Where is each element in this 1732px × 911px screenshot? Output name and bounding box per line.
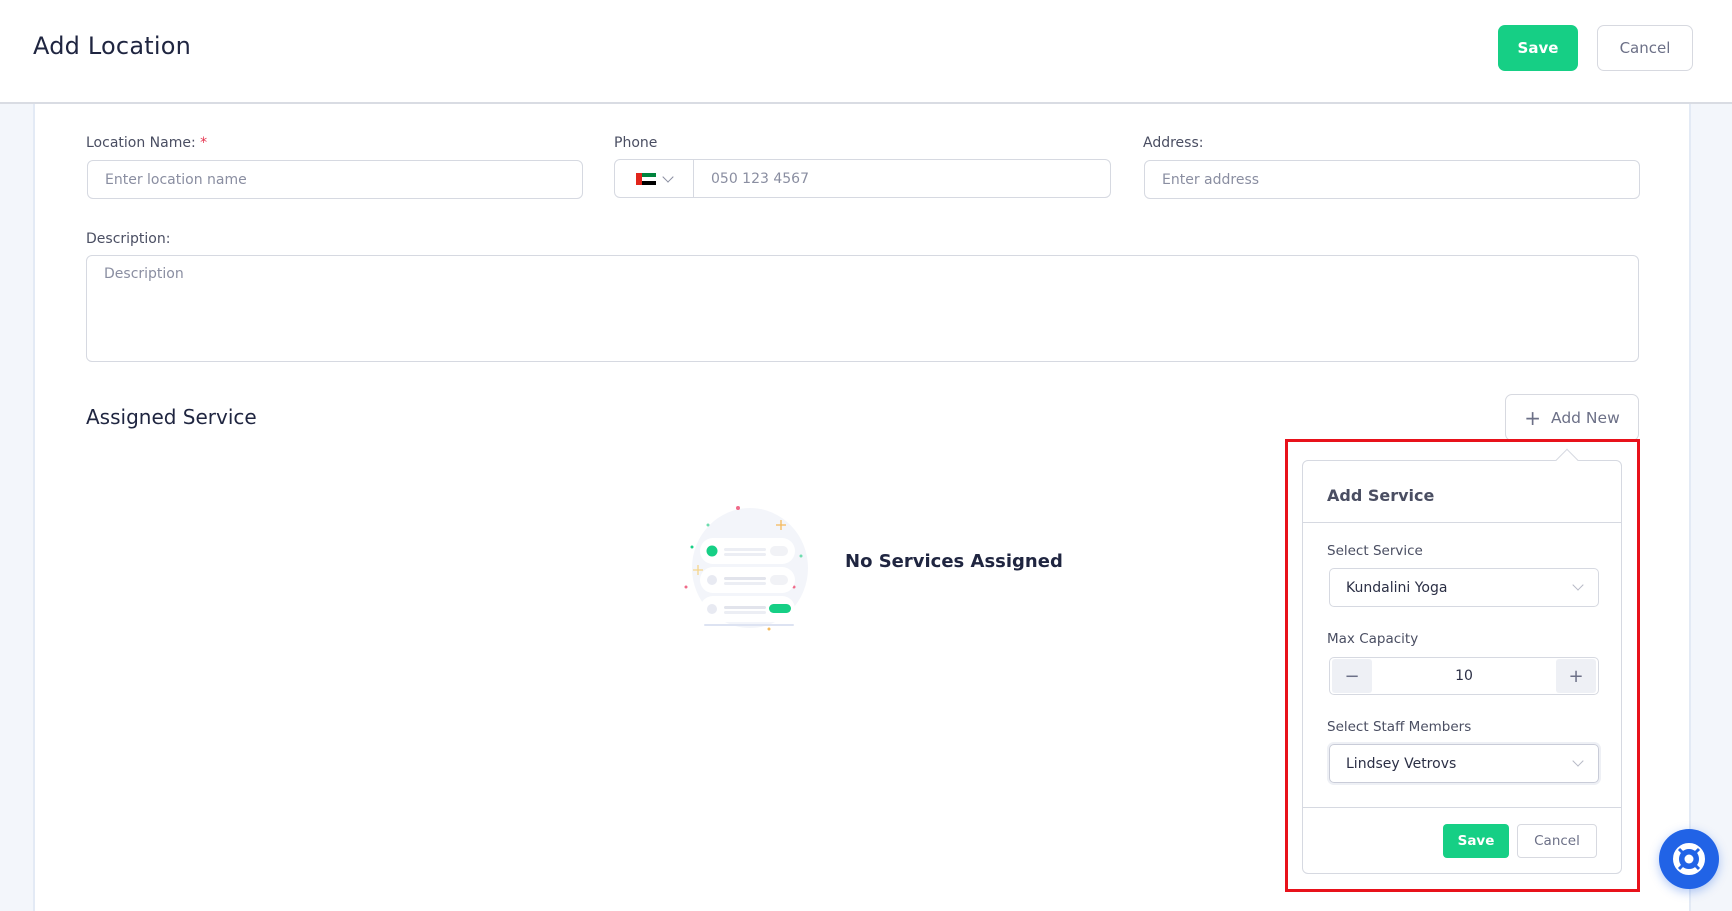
location-name-input[interactable]: Enter location name (87, 160, 583, 199)
description-textarea[interactable]: Description (86, 255, 1639, 362)
description-label: Description: (86, 231, 171, 247)
add-service-popover: Add Service Select Service Kundalini Yog… (1302, 460, 1622, 874)
help-button[interactable] (1659, 829, 1719, 889)
page-title: Add Location (33, 32, 192, 60)
location-name-label: Location Name: * (86, 135, 207, 151)
plus-icon: + (1524, 405, 1541, 430)
required-mark: * (200, 135, 208, 151)
empty-services-illustration (684, 506, 808, 631)
select-service-value: Kundalini Yoga (1346, 579, 1448, 596)
staff-members-dropdown[interactable]: Lindsey Vetrovs (1329, 744, 1599, 783)
popover-header-divider (1303, 522, 1621, 523)
location-name-placeholder: Enter location name (105, 171, 247, 188)
staff-members-label: Select Staff Members (1327, 719, 1472, 735)
address-label: Address: (1143, 135, 1204, 151)
select-service-dropdown[interactable]: Kundalini Yoga (1329, 568, 1599, 607)
save-button[interactable]: Save (1498, 25, 1578, 71)
increment-button[interactable]: + (1556, 659, 1596, 693)
decrement-button[interactable]: − (1332, 659, 1372, 693)
phone-label: Phone (614, 135, 658, 151)
add-new-button[interactable]: + Add New (1505, 394, 1639, 441)
country-code-dropdown[interactable] (615, 160, 694, 197)
max-capacity-value[interactable]: 10 (1374, 668, 1554, 684)
uae-flag-icon (636, 172, 656, 185)
address-placeholder: Enter address (1162, 171, 1260, 188)
max-capacity-label: Max Capacity (1327, 631, 1419, 647)
cancel-button[interactable]: Cancel (1597, 25, 1693, 71)
top-bar: Add Location Save Cancel (0, 0, 1732, 104)
phone-placeholder: 050 123 4567 (711, 170, 809, 187)
empty-state-text: No Services Assigned (845, 551, 1063, 572)
add-new-label: Add New (1551, 408, 1620, 427)
staff-members-value: Lindsey Vetrovs (1346, 755, 1457, 772)
select-service-label: Select Service (1327, 543, 1423, 559)
lifebuoy-icon (1673, 843, 1705, 875)
popover-save-button[interactable]: Save (1443, 824, 1509, 858)
popover-footer-divider (1303, 807, 1621, 808)
chevron-down-icon (1572, 579, 1584, 591)
description-placeholder: Description (104, 266, 184, 282)
assigned-service-title: Assigned Service (86, 405, 257, 429)
chevron-down-icon (662, 170, 674, 183)
location-name-label-text: Location Name: (86, 135, 196, 151)
max-capacity-stepper: − 10 + (1329, 657, 1599, 695)
popover-cancel-button[interactable]: Cancel (1517, 824, 1597, 858)
phone-input[interactable]: 050 123 4567 (614, 159, 1111, 198)
address-input[interactable]: Enter address (1144, 160, 1640, 199)
popover-title: Add Service (1327, 486, 1435, 505)
chevron-down-icon (1572, 755, 1584, 767)
